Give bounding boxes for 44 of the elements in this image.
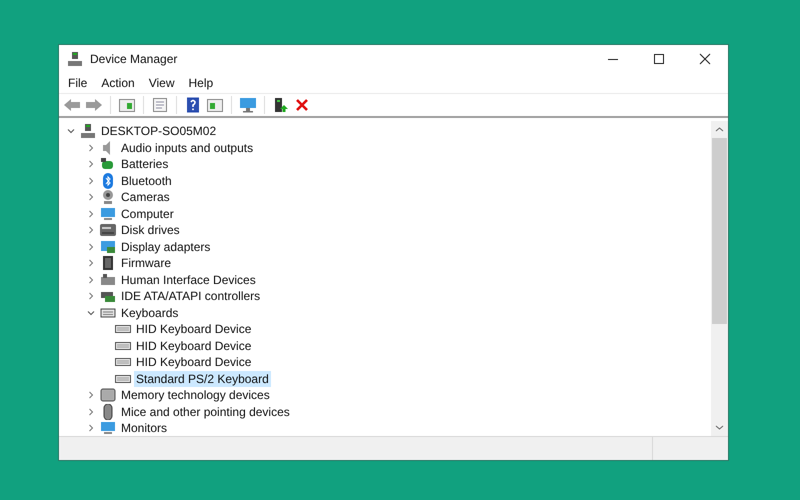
computer-icon	[67, 51, 83, 67]
scrollbar[interactable]	[711, 121, 728, 436]
tree-item[interactable]: HID Keyboard Device	[134, 338, 254, 354]
computer-icon	[100, 206, 116, 222]
tree-item[interactable]: Display adapters	[119, 238, 212, 255]
menu-item[interactable]: View	[142, 76, 182, 90]
tree-item[interactable]: HID Keyboard Device	[134, 354, 254, 370]
menu-item[interactable]: Action	[94, 76, 142, 90]
delete-icon[interactable]	[294, 97, 310, 113]
tree-item[interactable]: Mice and other pointing devices	[119, 404, 292, 420]
tree-item[interactable]: Firmware	[119, 255, 173, 272]
chip-icon	[100, 255, 116, 272]
tree-item[interactable]: Human Interface Devices	[119, 272, 258, 288]
scroll-thumb[interactable]	[712, 138, 727, 324]
tree-item[interactable]: Monitors	[119, 420, 170, 436]
menu-item[interactable]: Help	[182, 76, 220, 90]
tree-item[interactable]: DESKTOP-SO05M02	[99, 123, 218, 140]
tree-item[interactable]: Keyboards	[119, 304, 180, 321]
tree-item[interactable]: Bluetooth	[119, 172, 174, 189]
display-icon	[100, 238, 116, 255]
computer-icon	[100, 420, 116, 436]
tree-item[interactable]: Disk drives	[119, 222, 182, 238]
tree-item[interactable]: Computer	[119, 206, 176, 222]
properties-icon[interactable]	[151, 97, 169, 113]
back-arrow-icon[interactable]	[63, 97, 81, 113]
window-title: Device Manager	[90, 52, 178, 66]
tree-item[interactable]: IDE ATA/ATAPI controllers	[119, 288, 262, 304]
panel-icon[interactable]	[206, 97, 224, 113]
computer-icon	[80, 123, 96, 140]
help-icon[interactable]	[184, 97, 202, 113]
camera-icon	[100, 189, 116, 206]
monitor-icon[interactable]	[239, 97, 257, 113]
panel-icon[interactable]	[118, 97, 136, 113]
forward-arrow-icon[interactable]	[85, 97, 103, 113]
tree-item[interactable]: Batteries	[119, 156, 170, 172]
device-add-icon[interactable]	[272, 97, 290, 113]
tree-item[interactable]: Audio inputs and outputs	[119, 140, 256, 156]
tree-item[interactable]: Memory technology devices	[119, 387, 272, 404]
tree-item[interactable]: Cameras	[119, 189, 172, 206]
tree-item[interactable]: Standard PS/2 Keyboard	[134, 370, 271, 387]
memory-icon	[100, 387, 116, 404]
menu-item[interactable]: File	[61, 76, 94, 90]
bluetooth-icon	[100, 172, 116, 189]
tree-item[interactable]: HID Keyboard Device	[134, 321, 254, 338]
